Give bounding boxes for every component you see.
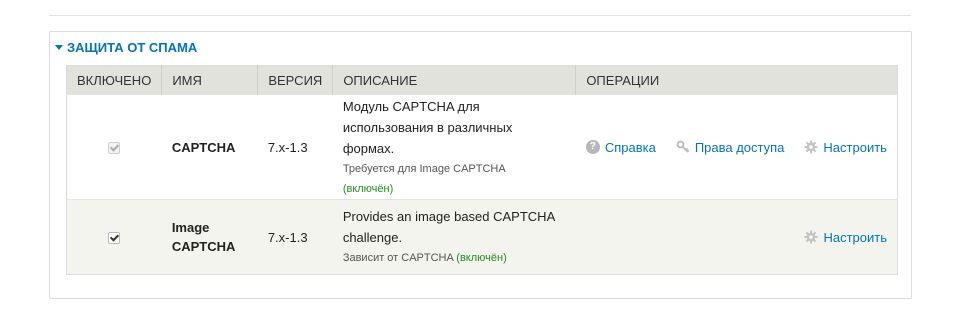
operations-list: ? Справка Права доступа Настроить	[585, 139, 887, 155]
enabled-checkbox[interactable]	[108, 232, 121, 245]
operations-list: Настроить	[586, 230, 887, 245]
gear-icon	[804, 230, 818, 244]
enabled-cell	[66, 199, 162, 275]
table-header-row: ВКЛЮЧЕНО ИМЯ ВЕРСИЯ ОПИСАНИЕ ОПЕРАЦИИ	[66, 65, 898, 95]
gear-icon	[804, 140, 818, 154]
description-line: Модуль CAPTCHA для	[342, 98, 480, 114]
permissions-link[interactable]: Права доступа	[676, 139, 785, 155]
requires-status: (включён)	[342, 182, 394, 195]
requires-text: Требуется для Image CAPTCHA	[342, 162, 506, 175]
module-name: CAPTCHA	[171, 139, 236, 155]
enabled-checkbox[interactable]	[108, 142, 121, 155]
module-name: Image CAPTCHA	[172, 218, 248, 256]
configure-link[interactable]: Настроить	[804, 230, 887, 245]
version-cell: 7.x-1.3	[257, 94, 333, 200]
module-version: 7.x-1.3	[267, 139, 308, 155]
col-version: ВЕРСИЯ	[257, 65, 333, 95]
version-cell: 7.x-1.3	[257, 199, 333, 275]
permissions-label: Права доступа	[694, 139, 785, 155]
requires-note: Требуется для Image CAPTCHA (включён)	[343, 159, 566, 199]
depends-text: Зависит от CAPTCHA	[342, 252, 454, 264]
name-cell: CAPTCHA	[161, 94, 258, 200]
configure-label: Настроить	[823, 229, 887, 245]
description-cell: Provides an image based CAPTCHA challeng…	[332, 199, 576, 275]
configure-link[interactable]: Настроить	[804, 140, 887, 155]
table-row: CAPTCHA 7.x-1.3 Модуль CAPTCHA для испол…	[66, 94, 898, 200]
modules-table: ВКЛЮЧЕНО ИМЯ ВЕРСИЯ ОПИСАНИЕ ОПЕРАЦИИ CA…	[66, 65, 898, 275]
description-cell: Модуль CAPTCHA для использования в разли…	[332, 94, 576, 200]
name-cell: Image CAPTCHA	[161, 199, 258, 275]
col-operations: ОПЕРАЦИИ	[575, 65, 898, 95]
col-enabled: ВКЛЮЧЕНО	[66, 65, 162, 95]
description-line: Provides an image based CAPTCHA	[342, 209, 556, 224]
section-title: ЗАЩИТА ОТ СПАМА	[67, 40, 198, 55]
depends-status: (включён)	[456, 252, 507, 264]
col-name: ИМЯ	[161, 65, 258, 95]
table-row: Image CAPTCHA 7.x-1.3 Provides an image …	[66, 199, 898, 275]
help-label: Справка	[604, 139, 656, 155]
enabled-cell	[66, 94, 162, 200]
depends-note: Зависит от CAPTCHA (включён)	[343, 248, 566, 268]
col-description: ОПИСАНИЕ	[332, 65, 576, 95]
operations-cell: Настроить	[575, 199, 898, 275]
caret-down-icon	[55, 45, 63, 50]
configure-label: Настроить	[823, 139, 887, 155]
top-divider	[49, 15, 911, 16]
description-line: challenge.	[342, 230, 403, 245]
help-link[interactable]: ? Справка	[585, 139, 656, 155]
operations-cell: ? Справка Права доступа Настроить	[575, 94, 898, 200]
key-icon	[676, 140, 690, 153]
description-line: использования в различных формах.	[342, 119, 513, 156]
module-name-line: Image	[171, 220, 210, 235]
module-version: 7.x-1.3	[267, 229, 308, 245]
module-name-line: CAPTCHA	[171, 239, 236, 254]
question-circle-icon: ?	[585, 140, 600, 154]
spam-protection-toggle[interactable]: ЗАЩИТА ОТ СПАМА	[55, 40, 197, 55]
